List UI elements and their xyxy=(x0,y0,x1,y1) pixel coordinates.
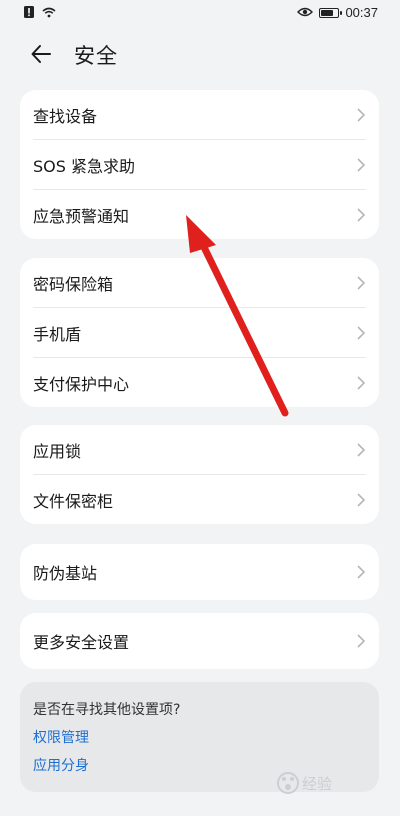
chevron-right-icon xyxy=(357,492,365,507)
settings-group-privacy: 应用锁 文件保密柜 xyxy=(20,425,379,524)
svg-text:经验: 经验 xyxy=(302,775,332,793)
chevron-right-icon xyxy=(357,634,365,648)
row-fake-base-station[interactable]: 防伪基站 xyxy=(20,544,379,600)
link-app-twin[interactable]: 应用分身 xyxy=(33,755,89,775)
page-title: 安全 xyxy=(74,44,118,68)
notification-alert-icon xyxy=(24,6,34,21)
link-permission-management[interactable]: 权限管理 xyxy=(33,727,89,747)
row-emergency-alerts[interactable]: 应急预警通知 xyxy=(20,190,379,239)
row-label: 应用锁 xyxy=(33,441,82,461)
row-find-device[interactable]: 查找设备 xyxy=(20,90,379,139)
status-bar: 00:37 xyxy=(0,0,400,26)
row-label: 支付保护中心 xyxy=(33,374,130,394)
chevron-right-icon xyxy=(357,442,365,457)
back-button[interactable] xyxy=(30,40,60,68)
row-label: 更多安全设置 xyxy=(33,633,130,652)
settings-group-protection: 密码保险箱 手机盾 支付保护中心 xyxy=(20,258,379,407)
row-label: 防伪基站 xyxy=(33,564,98,583)
row-app-lock[interactable]: 应用锁 xyxy=(20,425,379,474)
eye-comfort-icon xyxy=(297,6,314,20)
row-label: 应急预警通知 xyxy=(33,206,130,226)
page-header: 安全 xyxy=(0,36,400,72)
settings-group-more: 更多安全设置 xyxy=(20,613,379,669)
chevron-right-icon xyxy=(357,107,365,122)
row-label: SOS 紧急求助 xyxy=(33,156,135,176)
suggestions-question: 是否在寻找其他设置项? xyxy=(33,702,181,718)
row-phone-shield[interactable]: 手机盾 xyxy=(20,308,379,357)
row-sos[interactable]: SOS 紧急求助 xyxy=(20,140,379,189)
wifi-icon xyxy=(42,7,56,21)
chevron-right-icon xyxy=(357,325,365,340)
row-label: 文件保密柜 xyxy=(33,491,114,511)
row-more-security-settings[interactable]: 更多安全设置 xyxy=(20,613,379,669)
row-password-vault[interactable]: 密码保险箱 xyxy=(20,258,379,307)
chevron-right-icon xyxy=(357,207,365,222)
battery-icon xyxy=(319,7,343,18)
chevron-right-icon xyxy=(357,275,365,290)
row-label: 密码保险箱 xyxy=(33,274,114,294)
watermark-logo: 经验 xyxy=(274,768,380,802)
chevron-right-icon xyxy=(357,375,365,390)
row-file-safe[interactable]: 文件保密柜 xyxy=(20,475,379,524)
chevron-right-icon xyxy=(357,565,365,579)
settings-group-base-station: 防伪基站 xyxy=(20,544,379,600)
chevron-right-icon xyxy=(357,157,365,172)
row-payment-protection[interactable]: 支付保护中心 xyxy=(20,358,379,407)
settings-group-device: 查找设备 SOS 紧急求助 应急预警通知 xyxy=(20,90,379,239)
row-label: 查找设备 xyxy=(33,106,98,126)
status-time: 00:37 xyxy=(345,5,378,20)
row-label: 手机盾 xyxy=(33,324,82,344)
arrow-left-icon xyxy=(31,45,51,63)
